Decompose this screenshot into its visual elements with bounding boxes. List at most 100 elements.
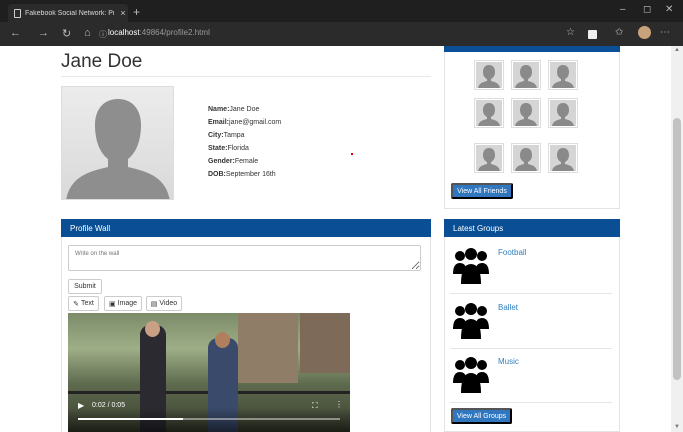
close-tab-icon[interactable]: × bbox=[118, 8, 128, 18]
group-item[interactable]: Ballet bbox=[444, 295, 612, 349]
favorite-star-icon[interactable]: ☆ bbox=[566, 27, 575, 38]
page-content: Jane Doe Name:Jane Doe Email:jane@gmail.… bbox=[0, 46, 671, 432]
group-icon bbox=[453, 357, 489, 393]
title-divider bbox=[61, 76, 431, 77]
scroll-up-icon[interactable]: ▲ bbox=[674, 47, 680, 53]
info-label: City: bbox=[208, 132, 224, 139]
friend-thumbnail[interactable] bbox=[474, 60, 504, 90]
video-time: 0:02 / 0:05 bbox=[92, 402, 126, 409]
fullscreen-icon[interactable]: ⛶ bbox=[312, 401, 318, 411]
pencil-icon: ✎ bbox=[73, 300, 80, 308]
friend-thumbnail[interactable] bbox=[474, 98, 504, 128]
video-person-head bbox=[215, 332, 230, 348]
latest-groups-title: Latest Groups bbox=[453, 223, 504, 233]
person-silhouette-icon bbox=[513, 100, 539, 126]
view-all-friends-button[interactable]: View All Friends bbox=[451, 183, 513, 199]
person-silhouette-icon bbox=[476, 62, 502, 88]
play-icon[interactable]: ▶ bbox=[78, 401, 84, 410]
stray-dot bbox=[351, 153, 353, 155]
forward-icon[interactable]: → bbox=[38, 27, 49, 39]
info-value: Female bbox=[234, 158, 259, 165]
back-icon[interactable]: ← bbox=[10, 27, 21, 39]
group-divider bbox=[450, 293, 612, 294]
submit-button[interactable]: Submit bbox=[68, 279, 102, 294]
video-building bbox=[300, 313, 350, 373]
browser-tab[interactable]: Fakebook Social Network: Profile × bbox=[8, 4, 128, 22]
info-value: Tampa bbox=[223, 132, 245, 139]
group-link[interactable]: Music bbox=[498, 357, 519, 366]
info-value: September 16th bbox=[225, 171, 276, 178]
group-item[interactable]: Football bbox=[444, 240, 612, 294]
favorites-icon[interactable]: ✩ bbox=[615, 27, 623, 38]
more-options-icon[interactable]: ⋮ bbox=[335, 400, 343, 409]
friend-thumbnail[interactable] bbox=[548, 143, 578, 173]
group-icon bbox=[453, 303, 489, 339]
friend-thumbnail[interactable] bbox=[511, 143, 541, 173]
info-label: Name: bbox=[208, 106, 230, 113]
info-row: State:Florida bbox=[208, 142, 281, 155]
info-label: Email: bbox=[208, 119, 230, 126]
reading-view-icon[interactable] bbox=[588, 30, 597, 39]
friend-thumbnail[interactable] bbox=[548, 98, 578, 128]
video-building bbox=[238, 313, 298, 383]
person-silhouette-icon bbox=[513, 145, 539, 171]
info-row: Gender:Female bbox=[208, 155, 281, 168]
page-title: Jane Doe bbox=[61, 51, 143, 72]
image-post-button[interactable]: ▣ Image bbox=[104, 296, 142, 311]
user-avatar-icon[interactable] bbox=[638, 26, 651, 39]
tab-title: Fakebook Social Network: Profile bbox=[25, 9, 114, 17]
info-row: DOB:September 16th bbox=[208, 168, 281, 181]
minimize-icon[interactable]: – bbox=[620, 4, 626, 15]
video-post-button[interactable]: ▤ Video bbox=[146, 296, 182, 311]
info-label: State: bbox=[208, 145, 228, 152]
video-progress-bar[interactable] bbox=[78, 418, 340, 420]
person-silhouette-icon bbox=[476, 145, 502, 171]
url-host: localhost bbox=[108, 28, 140, 37]
info-icon[interactable]: ⓘ bbox=[99, 29, 107, 40]
url-field[interactable]: localhost:49864/profile2.html bbox=[108, 28, 210, 37]
group-link[interactable]: Football bbox=[498, 248, 526, 257]
text-post-button[interactable]: ✎ Text bbox=[68, 296, 99, 311]
profile-photo bbox=[61, 86, 174, 200]
friend-thumbnail[interactable] bbox=[548, 60, 578, 90]
refresh-icon[interactable]: ↻ bbox=[62, 27, 71, 40]
person-silhouette-icon bbox=[550, 100, 576, 126]
group-link[interactable]: Ballet bbox=[498, 303, 518, 312]
group-divider bbox=[450, 402, 612, 403]
video-icon: ▤ bbox=[150, 300, 158, 308]
scroll-down-icon[interactable]: ▼ bbox=[674, 424, 680, 430]
info-value: Jane Doe bbox=[229, 106, 260, 113]
profile-wall-header: Profile Wall bbox=[61, 219, 431, 237]
close-window-icon[interactable]: ✕ bbox=[665, 4, 673, 15]
maximize-icon[interactable]: ◻ bbox=[643, 4, 651, 15]
info-row: City:Tampa bbox=[208, 129, 281, 142]
info-label: Gender: bbox=[208, 158, 235, 165]
home-icon[interactable]: ⌂ bbox=[84, 27, 91, 39]
video-post-label: Video bbox=[159, 300, 178, 307]
friend-thumbnail[interactable] bbox=[474, 143, 504, 173]
more-menu-icon[interactable]: ⋯ bbox=[660, 27, 670, 38]
info-value: jane@gmail.com bbox=[229, 119, 282, 126]
profile-info: Name:Jane Doe Email:jane@gmail.com City:… bbox=[208, 103, 281, 181]
address-bar-row: ← → ↻ ⌂ ⓘ localhost:49864/profile2.html … bbox=[0, 22, 683, 46]
friend-thumbnail[interactable] bbox=[511, 98, 541, 128]
wall-post-input[interactable] bbox=[68, 245, 421, 271]
friend-thumbnail[interactable] bbox=[511, 60, 541, 90]
video-player[interactable]: ▶ 0:02 / 0:05 ⛶ ⋮ bbox=[68, 313, 350, 432]
view-all-groups-button[interactable]: View All Groups bbox=[451, 408, 512, 424]
group-icon bbox=[453, 248, 489, 284]
new-tab-icon[interactable]: + bbox=[133, 5, 140, 19]
profile-wall-title: Profile Wall bbox=[70, 223, 111, 233]
browser-tab-bar: Fakebook Social Network: Profile × + – ◻… bbox=[0, 0, 683, 22]
group-item[interactable]: Music bbox=[444, 349, 612, 403]
person-silhouette-icon bbox=[476, 100, 502, 126]
person-silhouette-icon bbox=[550, 145, 576, 171]
info-row: Email:jane@gmail.com bbox=[208, 116, 281, 129]
scrollbar-thumb[interactable] bbox=[673, 118, 681, 380]
person-silhouette-icon bbox=[66, 99, 170, 199]
text-post-label: Text bbox=[81, 300, 94, 307]
video-person-head bbox=[145, 321, 160, 337]
info-value: Florida bbox=[227, 145, 249, 152]
person-silhouette-icon bbox=[550, 62, 576, 88]
url-path: :49864/profile2.html bbox=[139, 28, 210, 37]
